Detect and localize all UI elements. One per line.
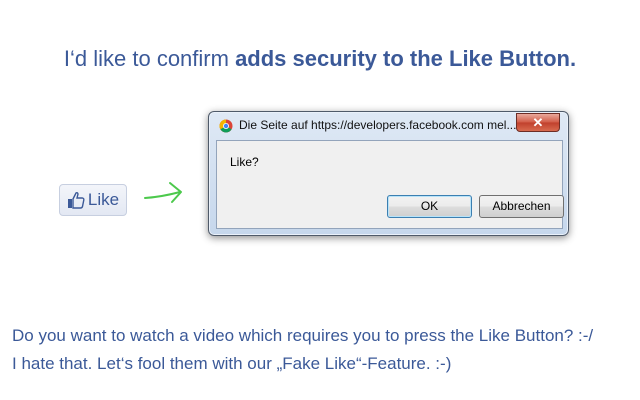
close-button[interactable]: ✕ [516, 113, 560, 132]
like-button[interactable]: Like [59, 184, 127, 216]
confirm-dialog: Die Seite auf https://developers.faceboo… [208, 111, 569, 236]
arrow-right-icon [143, 178, 185, 211]
ok-button[interactable]: OK [387, 195, 472, 218]
headline: I‘d like to confirm adds security to the… [0, 46, 640, 72]
description-line-2: I hate that. Let‘s fool them with our „F… [12, 354, 452, 373]
headline-bold: adds security to the Like Button. [235, 46, 577, 71]
dialog-title: Die Seite auf https://developers.faceboo… [239, 118, 517, 132]
thumbs-up-icon [67, 191, 85, 209]
close-icon: ✕ [532, 114, 544, 130]
dialog-message: Like? [230, 155, 259, 169]
chrome-icon [219, 119, 233, 138]
like-button-label: Like [87, 190, 120, 209]
cancel-button[interactable]: Abbrechen [479, 195, 564, 218]
description: Do you want to watch a video which requi… [12, 322, 632, 378]
description-line-1: Do you want to watch a video which requi… [12, 326, 594, 345]
dialog-body: Like? OK Abbrechen [216, 140, 564, 229]
dialog-titlebar[interactable]: Die Seite auf https://developers.faceboo… [209, 112, 568, 138]
headline-prefix: I‘d like to confirm [63, 46, 236, 71]
